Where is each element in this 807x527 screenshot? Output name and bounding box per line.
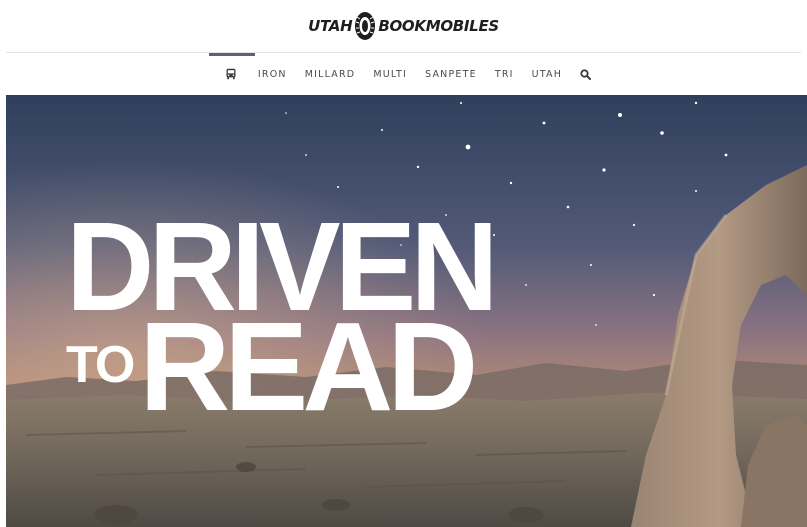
- nav-item-utah[interactable]: UTAH: [523, 53, 571, 95]
- hero-headline: DRIVEN TO READ: [66, 196, 499, 430]
- main-nav: IRON MILLARD MULTI SANPETE TRI UTAH: [0, 53, 807, 95]
- bus-icon: [226, 68, 236, 80]
- site-logo[interactable]: UTAH BOOKMOBILES: [308, 11, 499, 41]
- nav-home[interactable]: [208, 53, 255, 95]
- site-header: UTAH BOOKMOBILES: [0, 0, 807, 52]
- nav-item-multi[interactable]: MULTI: [364, 53, 416, 95]
- logo-text-utah: UTAH: [308, 17, 353, 35]
- nav-item-millard[interactable]: MILLARD: [296, 53, 365, 95]
- hero-banner[interactable]: DRIVEN TO READ: [6, 95, 807, 527]
- logo-text-bookmobiles: BOOKMOBILES: [378, 17, 499, 35]
- nav-item-sanpete[interactable]: SANPETE: [416, 53, 486, 95]
- nav-item-iron[interactable]: IRON: [249, 53, 296, 95]
- search-icon: [580, 68, 592, 80]
- tire-icon: [355, 12, 376, 40]
- nav-search[interactable]: [571, 53, 600, 95]
- nav-item-tri[interactable]: TRI: [486, 53, 523, 95]
- hero-word-driven: DRIVEN: [66, 196, 499, 337]
- nav-items: IRON MILLARD MULTI SANPETE TRI UTAH: [208, 53, 600, 95]
- page: UTAH BOOKMOBILES IRON MILLARD MULTI SANP…: [0, 0, 807, 527]
- hero-word-to: TO: [66, 336, 135, 394]
